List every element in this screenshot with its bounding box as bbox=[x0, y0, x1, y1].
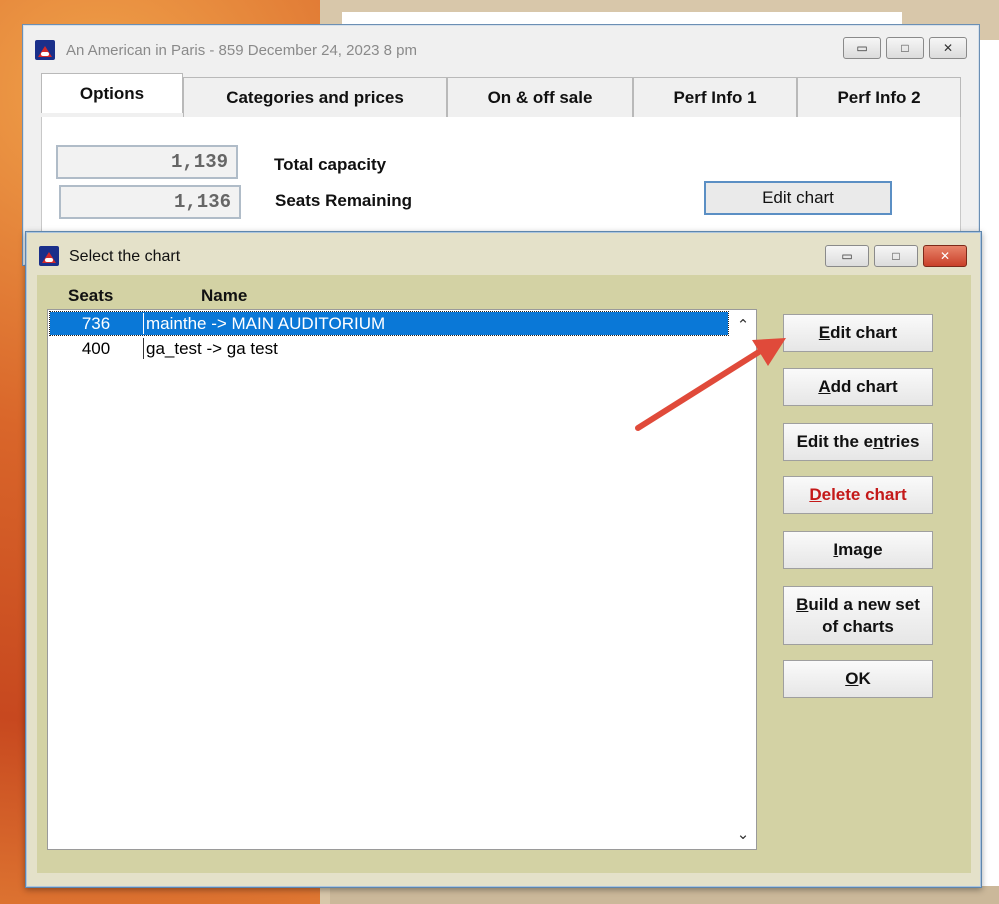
chart-list[interactable]: 736 mainthe -> MAIN AUDITORIUM 400 ga_te… bbox=[47, 309, 757, 850]
build-new-set-button[interactable]: Build a new set of charts bbox=[783, 586, 933, 645]
background-window-edge bbox=[342, 12, 902, 24]
theater-app-icon bbox=[39, 246, 59, 266]
tab-options[interactable]: Options bbox=[41, 73, 183, 113]
column-divider bbox=[143, 313, 144, 334]
tab-bar: Options Categories and prices On & off s… bbox=[41, 73, 961, 117]
tab-on-off-sale[interactable]: On & off sale bbox=[447, 77, 633, 117]
column-header-name: Name bbox=[201, 286, 248, 305]
options-panel: 1,139 Total capacity 1,136 Seats Remaini… bbox=[41, 117, 961, 238]
maximize-icon[interactable]: □ bbox=[886, 37, 924, 59]
edit-chart-button-background[interactable]: Edit chart bbox=[704, 181, 892, 215]
dialog-client-area: Seats Name 736 mainthe -> MAIN AUDITORIU… bbox=[37, 275, 971, 873]
edit-entries-button[interactable]: Edit the entries bbox=[783, 423, 933, 461]
column-divider bbox=[143, 338, 144, 359]
chevron-down-icon[interactable]: ⌄ bbox=[730, 821, 756, 847]
list-item-name: mainthe -> MAIN AUDITORIUM bbox=[146, 314, 386, 333]
tab-perf-info-1[interactable]: Perf Info 1 bbox=[633, 77, 797, 117]
edit-chart-button[interactable]: Edit chart bbox=[783, 314, 933, 352]
ok-button[interactable]: OK bbox=[783, 660, 933, 698]
theater-app-icon bbox=[35, 40, 55, 60]
background-bottom-edge bbox=[330, 886, 999, 904]
chevron-up-icon[interactable]: ⌃ bbox=[730, 312, 756, 338]
list-item-name: ga_test -> ga test bbox=[146, 339, 278, 358]
delete-chart-button[interactable]: Delete chart bbox=[783, 476, 933, 514]
list-item-seats: 400 bbox=[81, 339, 111, 358]
list-item[interactable]: 736 mainthe -> MAIN AUDITORIUM bbox=[49, 311, 729, 336]
list-scrollbar[interactable]: ⌃ ⌄ bbox=[730, 310, 756, 849]
tab-perf-info-2[interactable]: Perf Info 2 bbox=[797, 77, 961, 117]
image-button[interactable]: Image bbox=[783, 531, 933, 569]
column-header-seats: Seats bbox=[68, 286, 114, 305]
total-capacity-label: Total capacity bbox=[274, 155, 387, 174]
tab-categories-and-prices[interactable]: Categories and prices bbox=[183, 77, 447, 117]
performance-window-titlebar[interactable]: An American in Paris - 859 December 24, … bbox=[23, 25, 979, 69]
close-icon[interactable]: ✕ bbox=[929, 37, 967, 59]
total-capacity-field[interactable]: 1,139 bbox=[56, 145, 238, 179]
performance-window: An American in Paris - 859 December 24, … bbox=[22, 24, 980, 266]
dialog-title: Select the chart bbox=[69, 248, 181, 265]
add-chart-button[interactable]: Add chart bbox=[783, 368, 933, 406]
seats-remaining-label: Seats Remaining bbox=[275, 191, 412, 210]
seats-remaining-field[interactable]: 1,136 bbox=[59, 185, 241, 219]
minimize-icon[interactable]: ▭ bbox=[825, 245, 869, 267]
select-chart-dialog: Select the chart ▭ □ ✕ Seats Name 736 ma… bbox=[25, 231, 982, 888]
minimize-icon[interactable]: ▭ bbox=[843, 37, 881, 59]
list-item[interactable]: 400 ga_test -> ga test bbox=[50, 337, 728, 360]
list-item-seats: 736 bbox=[81, 314, 111, 333]
maximize-icon[interactable]: □ bbox=[874, 245, 918, 267]
performance-window-title: An American in Paris - 859 December 24, … bbox=[66, 42, 418, 59]
close-icon[interactable]: ✕ bbox=[923, 245, 967, 267]
